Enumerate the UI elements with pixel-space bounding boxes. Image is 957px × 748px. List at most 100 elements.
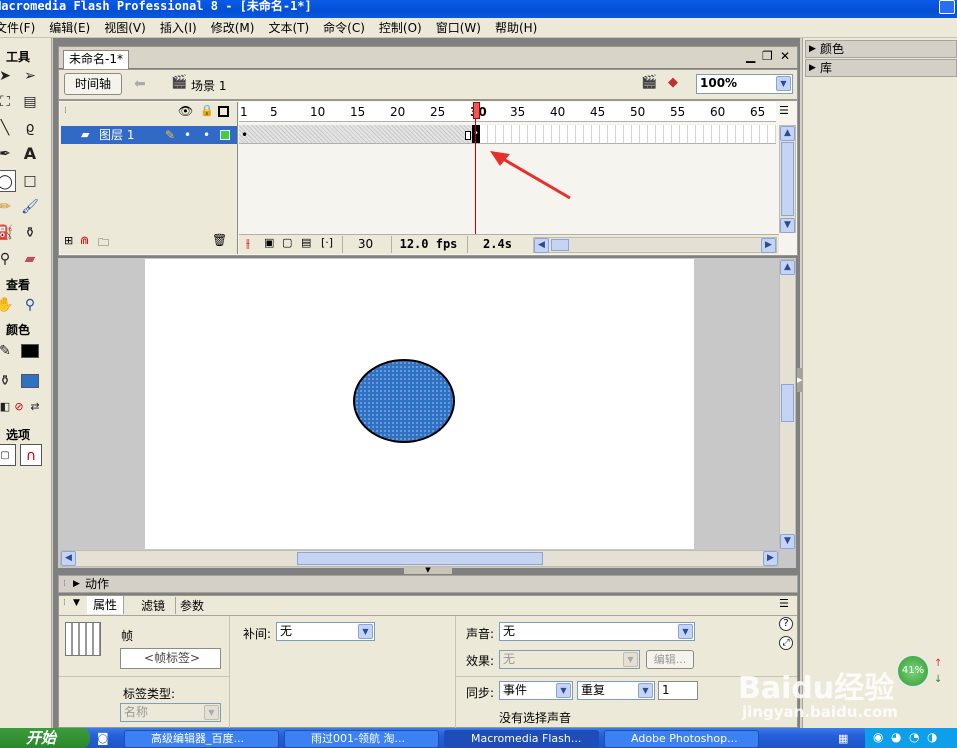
brush-tool-icon[interactable]: 🖌: [19, 196, 41, 218]
actions-panel-header[interactable]: ⁞ ▶ 动作: [58, 575, 798, 593]
tab-properties[interactable]: 属性: [87, 596, 125, 614]
edit-symbols-icon[interactable]: ◆: [668, 75, 678, 90]
scroll-down-icon[interactable]: ▼: [780, 534, 795, 549]
zoom-tool-icon[interactable]: ⚲: [19, 294, 41, 316]
collapse-handle-icon[interactable]: ▼: [404, 567, 452, 574]
fill-transform-icon[interactable]: ▤: [19, 91, 41, 113]
task-browser[interactable]: 高级编辑器_百度...: [124, 730, 279, 748]
selected-keyframe[interactable]: •: [472, 125, 480, 143]
scroll-down-icon[interactable]: ▼: [780, 218, 795, 233]
subselection-tool-icon[interactable]: ➢: [19, 65, 41, 87]
close-doc-icon[interactable]: ✕: [780, 49, 790, 63]
frame-ruler[interactable]: 1 5 10 15 20 25 30 35 40 45 50 55 60 65: [239, 102, 776, 122]
dock-collapse-icon[interactable]: ▶: [797, 368, 803, 392]
end-frame-marker[interactable]: [465, 131, 471, 140]
rectangle-tool-icon[interactable]: □: [19, 170, 41, 192]
oval-tool-icon[interactable]: ◯: [0, 170, 16, 192]
edit-scene-icon[interactable]: 🎬: [641, 75, 657, 90]
timeline-vscroll[interactable]: ▲ ▼: [779, 125, 796, 233]
menu-file[interactable]: 文件(F): [0, 18, 42, 38]
text-tool-icon[interactable]: A: [19, 143, 41, 165]
ink-bottle-icon[interactable]: ⛽: [0, 222, 16, 244]
frame-track[interactable]: • •: [239, 125, 776, 144]
fill-color-swatch[interactable]: [21, 374, 39, 388]
tray-app-icon[interactable]: ◉: [873, 730, 883, 744]
library-panel-header[interactable]: ▶ 库: [805, 59, 957, 77]
paint-bucket-icon[interactable]: ⚱: [19, 222, 41, 244]
free-transform-icon[interactable]: ⛶: [0, 91, 16, 113]
layer-outline-color[interactable]: [220, 130, 230, 140]
tab-parameters[interactable]: 参数: [175, 597, 208, 614]
add-folder-icon[interactable]: 🗀: [98, 234, 109, 253]
eye-icon[interactable]: 👁: [178, 104, 193, 118]
blue-ellipse-shape[interactable]: [353, 359, 455, 443]
center-frame-icon[interactable]: ⫲: [246, 236, 250, 251]
lasso-tool-icon[interactable]: ϱ: [19, 117, 41, 139]
onion-skin-icon[interactable]: ▣: [264, 236, 274, 249]
minimize-doc-icon[interactable]: ▁: [746, 49, 755, 63]
repeat-count-input[interactable]: 1: [658, 681, 698, 700]
tray-volume-icon[interactable]: ◑: [927, 730, 937, 744]
stroke-color-swatch[interactable]: [21, 344, 39, 358]
scroll-right-icon[interactable]: ▶: [761, 238, 776, 253]
onion-outline-icon[interactable]: ▢: [282, 236, 292, 249]
stage-vscroll[interactable]: ▲ ▼: [779, 259, 796, 549]
menu-modify[interactable]: 修改(M): [204, 18, 262, 38]
outline-icon[interactable]: [218, 106, 229, 117]
scroll-thumb[interactable]: [551, 239, 569, 251]
scroll-left-icon[interactable]: ◀: [534, 238, 549, 253]
label-type-select[interactable]: 名称 ▼: [120, 703, 221, 722]
stage-hscroll[interactable]: ◀ ▶: [60, 550, 779, 567]
scroll-up-icon[interactable]: ▲: [780, 260, 795, 275]
pencil-tool-icon[interactable]: ✏: [0, 196, 16, 218]
pen-tool-icon[interactable]: ✒: [0, 143, 16, 165]
eraser-tool-icon[interactable]: ▰: [19, 248, 41, 270]
modify-markers-icon[interactable]: [·]: [321, 236, 333, 249]
menu-control[interactable]: 控制(O): [372, 18, 429, 38]
eyedropper-icon[interactable]: ⚲: [0, 248, 16, 270]
scroll-left-icon[interactable]: ◀: [61, 551, 76, 566]
snap-magnet-icon[interactable]: ∩: [20, 444, 42, 466]
repeat-select[interactable]: 重复 ▼: [577, 681, 655, 700]
add-guide-icon[interactable]: ⋒: [80, 234, 89, 247]
fill-color-icon[interactable]: ⚱: [0, 370, 16, 392]
sound-select[interactable]: 无 ▼: [499, 622, 695, 641]
timeline-menu-icon[interactable]: ☰: [779, 104, 789, 117]
tween-select[interactable]: 无 ▼: [276, 622, 375, 641]
scroll-thumb[interactable]: [781, 384, 794, 422]
object-drawing-icon[interactable]: ▢: [0, 444, 16, 466]
panel-menu-icon[interactable]: ☰: [779, 597, 789, 610]
scroll-right-icon[interactable]: ▶: [763, 551, 778, 566]
menu-text[interactable]: 文本(T): [261, 18, 316, 38]
timeline-button[interactable]: 时间轴: [64, 73, 122, 95]
task-qq[interactable]: 雨过001-领航 淘...: [284, 730, 439, 748]
quicklaunch-icon[interactable]: ◙: [97, 731, 109, 745]
menu-commands[interactable]: 命令(C): [316, 18, 372, 38]
zoom-select[interactable]: 100% ▼: [696, 74, 793, 94]
delete-layer-icon[interactable]: 🗑: [212, 233, 227, 247]
selection-tool-icon[interactable]: ➤: [0, 65, 16, 87]
menu-help[interactable]: 帮助(H): [488, 18, 544, 38]
task-photoshop[interactable]: Adobe Photoshop...: [604, 730, 759, 748]
layer-row[interactable]: ▰ 图层 1 ✎ • •: [61, 126, 237, 144]
menu-insert[interactable]: 插入(I): [153, 18, 204, 38]
menu-view[interactable]: 视图(V): [97, 18, 153, 38]
start-button[interactable]: 开始: [0, 728, 90, 748]
document-tab[interactable]: 未命名-1*: [63, 50, 129, 69]
window-control-button[interactable]: [939, 0, 955, 14]
scroll-up-icon[interactable]: ▲: [780, 126, 795, 141]
hand-tool-icon[interactable]: ✋: [0, 294, 16, 316]
taskbar-menu-icon[interactable]: ▦: [838, 732, 848, 745]
sync-select[interactable]: 事件 ▼: [499, 681, 573, 700]
layer-visible-dot[interactable]: •: [184, 126, 191, 144]
tray-chat-icon[interactable]: ◔: [909, 730, 919, 744]
keyframe-start-dot[interactable]: •: [241, 128, 248, 142]
add-layer-icon[interactable]: ⊞: [64, 234, 73, 247]
help-icon[interactable]: ?: [779, 617, 793, 631]
scroll-thumb[interactable]: [781, 142, 794, 216]
frame-name-input[interactable]: <帧标签>: [120, 648, 221, 669]
stroke-color-icon[interactable]: ✎: [0, 340, 16, 362]
lock-icon[interactable]: 🔒: [200, 104, 214, 117]
task-flash[interactable]: Macromedia Flash...: [444, 730, 599, 748]
edit-sound-button[interactable]: 编辑...: [646, 650, 694, 669]
